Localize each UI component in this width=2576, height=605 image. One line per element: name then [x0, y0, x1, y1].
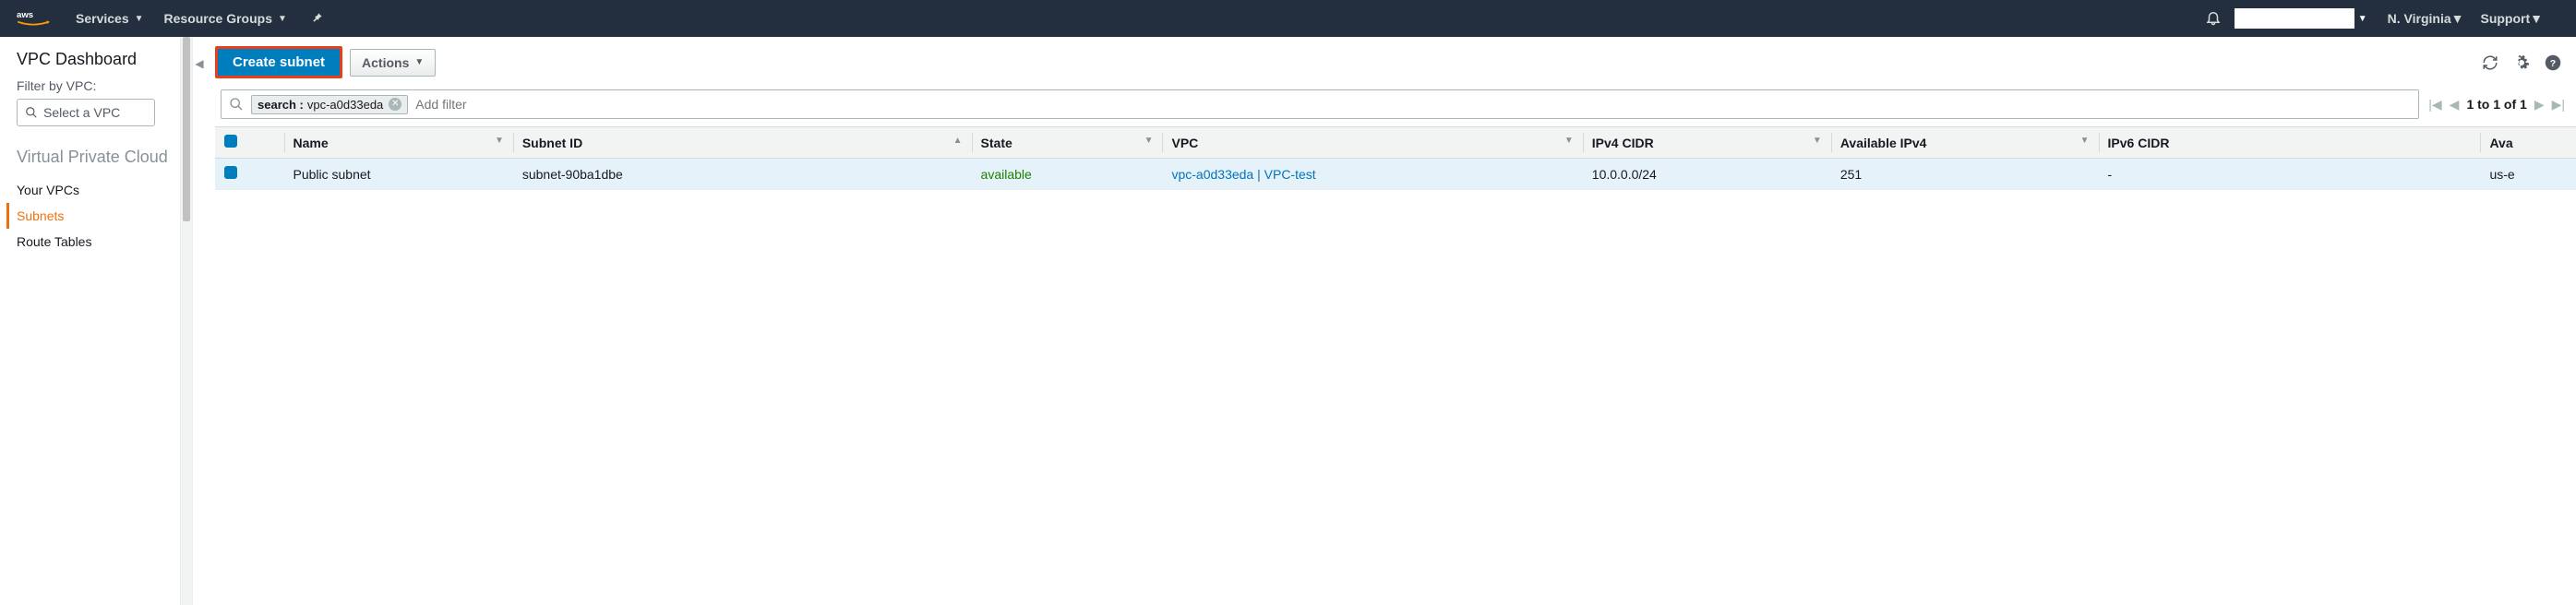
cell-available-ipv4: 251 — [1831, 159, 2099, 190]
toolbar: Create subnet Actions ▼ ? — [215, 46, 2576, 78]
sidebar-scrollbar[interactable] — [180, 37, 193, 605]
column-header-state[interactable]: State▼ — [972, 127, 1163, 159]
subnets-table: Name▼ Subnet ID▲ State▼ VPC▼ IPv4 CIDR▼ … — [215, 126, 2576, 190]
column-header-name[interactable]: Name▼ — [284, 127, 513, 159]
region-menu[interactable]: N. Virginia ▼ — [2388, 11, 2464, 26]
search-tag-value: vpc-a0d33eda — [307, 98, 383, 112]
section-title-vpc: Virtual Private Cloud — [17, 147, 180, 168]
caret-down-icon[interactable]: ▼ — [2358, 14, 2367, 24]
top-navbar: aws Services ▼ Resource Groups ▼ ▼ N. Vi… — [0, 0, 2576, 37]
sidebar-item-your-vpcs[interactable]: Your VPCs — [17, 177, 180, 203]
actions-menu-button[interactable]: Actions ▼ — [350, 49, 436, 77]
page-last-button[interactable]: ▶| — [2552, 97, 2565, 113]
sidebar-item-route-tables[interactable]: Route Tables — [17, 229, 180, 255]
page-next-button[interactable]: ▶ — [2534, 97, 2545, 113]
settings-button[interactable] — [2510, 51, 2534, 75]
sort-asc-icon: ▲ — [953, 136, 963, 146]
refresh-button[interactable] — [2478, 51, 2502, 75]
filter-input[interactable] — [415, 97, 2411, 112]
scrollbar-thumb[interactable] — [183, 37, 190, 221]
support-label: Support — [2480, 11, 2530, 26]
sort-icon: ▼ — [495, 136, 504, 146]
services-label: Services — [76, 11, 129, 26]
caret-down-icon: ▼ — [2530, 11, 2543, 26]
region-label: N. Virginia — [2388, 11, 2451, 26]
cell-subnet-id: subnet-90ba1dbe — [513, 159, 972, 190]
sidebar-collapse-handle[interactable]: ◀ — [193, 37, 206, 605]
pin-icon[interactable] — [311, 11, 324, 27]
sort-icon: ▼ — [1564, 136, 1574, 146]
create-subnet-button[interactable]: Create subnet — [215, 46, 342, 78]
aws-logo[interactable]: aws — [17, 8, 50, 29]
caret-down-icon: ▼ — [278, 14, 287, 24]
search-icon — [25, 106, 38, 119]
account-menu[interactable] — [2235, 8, 2354, 29]
search-filter-tag[interactable]: search : vpc-a0d33eda ✕ — [251, 95, 408, 114]
sort-icon: ▼ — [2080, 136, 2090, 146]
column-header-subnet-id[interactable]: Subnet ID▲ — [513, 127, 972, 159]
pagination: |◀ ◀ 1 to 1 of 1 ▶ ▶| — [2428, 97, 2565, 113]
column-header-az[interactable]: Ava — [2480, 127, 2576, 159]
main-content: Create subnet Actions ▼ ? search : vpc- — [206, 37, 2576, 605]
page-indicator: 1 to 1 of 1 — [2466, 97, 2526, 112]
caret-down-icon: ▼ — [414, 57, 424, 67]
search-tag-key: search : — [258, 98, 304, 112]
actions-label: Actions — [362, 55, 409, 70]
filter-search-box[interactable]: search : vpc-a0d33eda ✕ — [221, 89, 2419, 119]
vpc-filter-select[interactable]: Select a VPC — [17, 99, 155, 126]
select-all-header[interactable] — [215, 127, 284, 159]
services-menu[interactable]: Services ▼ — [76, 11, 144, 26]
help-button[interactable]: ? — [2541, 51, 2565, 75]
column-header-available-ipv4[interactable]: Available IPv4▼ — [1831, 127, 2099, 159]
column-header-ipv6-cidr[interactable]: IPv6 CIDR — [2099, 127, 2481, 159]
cell-name: Public subnet — [284, 159, 513, 190]
svg-text:aws: aws — [17, 10, 33, 20]
caret-down-icon: ▼ — [135, 14, 144, 24]
cell-state: available — [972, 159, 1163, 190]
select-all-checkbox[interactable] — [224, 135, 237, 148]
notifications-icon[interactable] — [2205, 9, 2222, 29]
page-prev-button[interactable]: ◀ — [2450, 97, 2460, 113]
svg-text:?: ? — [2550, 57, 2556, 68]
vpc-select-placeholder: Select a VPC — [43, 105, 120, 120]
support-menu[interactable]: Support ▼ — [2480, 11, 2543, 26]
sidebar: VPC Dashboard Filter by VPC: Select a VP… — [0, 37, 180, 605]
cell-ipv6-cidr: - — [2099, 159, 2481, 190]
remove-filter-icon[interactable]: ✕ — [389, 98, 401, 111]
resource-groups-menu[interactable]: Resource Groups ▼ — [164, 11, 287, 26]
dashboard-link[interactable]: VPC Dashboard — [17, 50, 180, 69]
page-first-button[interactable]: |◀ — [2428, 97, 2441, 113]
column-header-ipv4-cidr[interactable]: IPv4 CIDR▼ — [1583, 127, 1831, 159]
sort-icon: ▼ — [1813, 136, 1822, 146]
table-row[interactable]: Public subnet subnet-90ba1dbe available … — [215, 159, 2576, 190]
cell-az: us-e — [2480, 159, 2576, 190]
filter-row: search : vpc-a0d33eda ✕ |◀ ◀ 1 to 1 of 1… — [215, 89, 2576, 126]
cell-ipv4-cidr: 10.0.0.0/24 — [1583, 159, 1831, 190]
filter-by-vpc-label: Filter by VPC: — [17, 78, 180, 93]
caret-down-icon: ▼ — [2451, 11, 2464, 26]
sidebar-item-subnets[interactable]: Subnets — [6, 203, 180, 229]
sort-icon: ▼ — [1144, 136, 1154, 146]
resource-groups-label: Resource Groups — [164, 11, 272, 26]
search-icon — [229, 97, 244, 112]
cell-vpc-link[interactable]: vpc-a0d33eda | VPC-test — [1171, 167, 1315, 182]
row-checkbox[interactable] — [224, 166, 237, 179]
column-header-vpc[interactable]: VPC▼ — [1162, 127, 1582, 159]
